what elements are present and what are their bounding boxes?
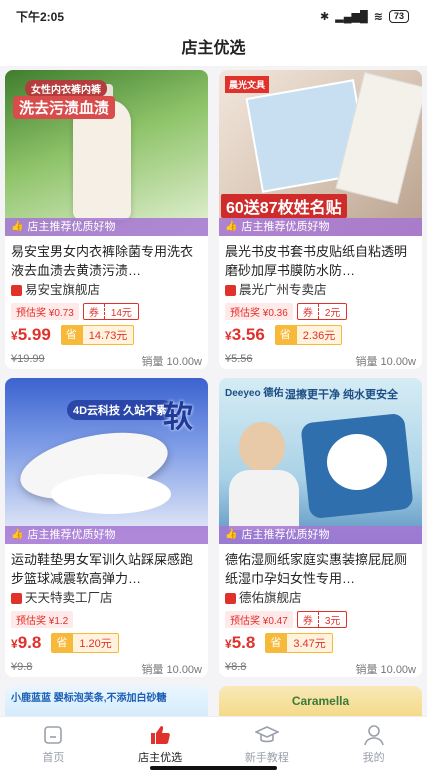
thumbs-up-icon: 👍 bbox=[225, 221, 238, 232]
coupon-tag: 券 14元 bbox=[82, 303, 139, 320]
price: ¥9.8 bbox=[11, 633, 42, 652]
product-image: 4D云科技 久站不累 软 👍 店主推荐优质好物 bbox=[5, 378, 208, 544]
shop-row: 天天特卖工厂店 bbox=[11, 589, 202, 607]
status-time: 下午2:05 bbox=[16, 9, 65, 24]
user-icon bbox=[363, 725, 384, 746]
shop-row: 晨光广州专卖店 bbox=[225, 281, 416, 299]
product-grid: 女性内衣裤内裤 洗去污渍血渍 👍 店主推荐优质好物 易安宝男女内衣裤除菌专用洗衣… bbox=[0, 66, 427, 716]
ribbon-text: 店主推荐优质好物 bbox=[27, 529, 116, 541]
shop-name: 天天特卖工厂店 bbox=[25, 591, 113, 605]
partial-card-caption: Caramella bbox=[291, 694, 350, 708]
product-card[interactable]: Deeyeo 德佑 湿擦更干净 纯水更安全 👍 店主推荐优质好物 德佑湿厕纸家庭… bbox=[219, 378, 422, 677]
ribbon-text: 店主推荐优质好物 bbox=[241, 221, 330, 233]
save-tag: 省 3.47元 bbox=[265, 633, 333, 653]
tab-home[interactable]: 首页 bbox=[0, 717, 107, 774]
product-card[interactable]: Caramella bbox=[219, 686, 422, 716]
battery-level: 73 bbox=[388, 9, 409, 23]
image-caption: 湿擦更干净 纯水更安全 bbox=[285, 389, 399, 401]
shop-row: 德佑旗舰店 bbox=[225, 589, 416, 607]
product-image: Deeyeo 德佑 湿擦更干净 纯水更安全 👍 店主推荐优质好物 bbox=[219, 378, 422, 544]
thumbs-up-icon: 👍 bbox=[225, 529, 238, 540]
price: ¥5.99 bbox=[11, 325, 51, 344]
tmall-icon bbox=[225, 592, 236, 604]
graduation-cap-icon bbox=[254, 726, 279, 743]
product-image: 晨光文具 60送87枚姓名贴 👍 店主推荐优质好物 bbox=[219, 70, 422, 236]
product-title: 德佑湿厕纸家庭实惠装擦屁屁厕纸湿巾孕妇女性专用… bbox=[225, 552, 408, 586]
wifi-icon: ≋ bbox=[373, 10, 383, 23]
thumbs-up-icon: 👍 bbox=[11, 529, 24, 540]
recommend-ribbon: 👍 店主推荐优质好物 bbox=[5, 218, 208, 236]
signal-icon: ▂▄▆█ bbox=[335, 10, 368, 23]
save-tag: 省 14.73元 bbox=[60, 325, 135, 345]
thumbs-up-icon bbox=[151, 726, 170, 744]
product-card[interactable]: 女性内衣裤内裤 洗去污渍血渍 👍 店主推荐优质好物 易安宝男女内衣裤除菌专用洗衣… bbox=[5, 70, 208, 369]
original-price: ¥8.8 bbox=[225, 661, 247, 673]
home-indicator[interactable] bbox=[150, 766, 277, 770]
product-card[interactable]: 4D云科技 久站不累 软 👍 店主推荐优质好物 运动鞋垫男女军训久站踩屎感跑步篮… bbox=[5, 378, 208, 677]
original-price: ¥5.56 bbox=[225, 353, 253, 365]
page-title: 店主优选 bbox=[0, 32, 427, 66]
estimate-reward-tag: 预估奖 ¥0.36 bbox=[225, 303, 293, 320]
coupon-tag: 券 2元 bbox=[296, 303, 348, 320]
image-sub: Deeyeo 德佑 bbox=[225, 388, 284, 399]
tab-mine[interactable]: 我的 bbox=[320, 717, 427, 774]
original-price: ¥19.99 bbox=[11, 353, 45, 365]
original-price: ¥9.8 bbox=[11, 661, 33, 673]
product-title: 晨光书皮书套书皮贴纸自粘透明磨砂加厚书膜防水防… bbox=[225, 244, 408, 278]
partial-card-caption: 小鹿蓝蓝 婴标泡芙条,不添加白砂糖 bbox=[11, 693, 167, 704]
product-title: 易安宝男女内衣裤除菌专用洗衣液去血渍去黄渍污渍… bbox=[11, 244, 194, 278]
image-sub: 女性内衣裤内裤 bbox=[25, 80, 107, 97]
status-icons: ✱ ▂▄▆█ ≋ 73 bbox=[320, 9, 409, 23]
tab-label: 首页 bbox=[42, 752, 65, 764]
tab-label: 店主优选 bbox=[138, 752, 183, 764]
thumbs-up-icon: 👍 bbox=[11, 221, 24, 232]
price: ¥5.8 bbox=[225, 633, 256, 652]
sales-count: 销量 10.00w bbox=[141, 664, 202, 676]
sales-count: 销量 10.00w bbox=[355, 356, 416, 368]
ribbon-text: 店主推荐优质好物 bbox=[241, 529, 330, 541]
product-image: 女性内衣裤内裤 洗去污渍血渍 👍 店主推荐优质好物 bbox=[5, 70, 208, 236]
sales-count: 销量 10.00w bbox=[355, 664, 416, 676]
save-tag: 省 2.36元 bbox=[274, 325, 343, 345]
recommend-ribbon: 👍 店主推荐优质好物 bbox=[219, 526, 422, 544]
shop-name: 易安宝旗舰店 bbox=[25, 283, 101, 297]
product-card[interactable]: 小鹿蓝蓝 婴标泡芙条,不添加白砂糖 bbox=[5, 686, 208, 716]
tab-label: 我的 bbox=[362, 752, 385, 764]
recommend-ribbon: 👍 店主推荐优质好物 bbox=[219, 218, 422, 236]
product-title: 运动鞋垫男女军训久站踩屎感跑步篮球减震软高弹力… bbox=[11, 552, 194, 586]
estimate-reward-tag: 预估奖 ¥0.47 bbox=[225, 611, 293, 628]
image-caption: 60送87枚姓名贴 bbox=[221, 194, 347, 218]
image-sub: 4D云科技 久站不累 bbox=[67, 400, 174, 420]
image-caption: 软 bbox=[163, 401, 193, 434]
estimate-reward-tag: 预估奖 ¥1.2 bbox=[11, 611, 74, 628]
image-caption: 洗去污渍血渍 bbox=[13, 96, 116, 119]
price: ¥3.56 bbox=[225, 325, 265, 344]
image-sub: 晨光文具 bbox=[225, 76, 270, 93]
estimate-reward-tag: 预估奖 ¥0.73 bbox=[11, 303, 79, 320]
product-card[interactable]: 晨光文具 60送87枚姓名贴 👍 店主推荐优质好物 晨光书皮书套书皮贴纸自粘透明… bbox=[219, 70, 422, 369]
home-icon bbox=[44, 726, 63, 744]
shop-name: 德佑旗舰店 bbox=[239, 591, 302, 605]
shop-row: 易安宝旗舰店 bbox=[11, 281, 202, 299]
tmall-icon bbox=[11, 592, 22, 604]
sales-count: 销量 10.00w bbox=[141, 356, 202, 368]
tmall-icon bbox=[225, 284, 236, 296]
status-bar: 下午2:05 ✱ ▂▄▆█ ≋ 73 bbox=[0, 0, 427, 32]
coupon-tag: 券 3元 bbox=[296, 611, 348, 628]
tab-label: 新手教程 bbox=[244, 752, 289, 764]
ribbon-text: 店主推荐优质好物 bbox=[27, 221, 116, 233]
bluetooth-icon: ✱ bbox=[320, 10, 330, 23]
save-tag: 省 1.20元 bbox=[51, 633, 119, 653]
recommend-ribbon: 👍 店主推荐优质好物 bbox=[5, 526, 208, 544]
tmall-icon bbox=[11, 284, 22, 296]
shop-name: 晨光广州专卖店 bbox=[239, 283, 327, 297]
